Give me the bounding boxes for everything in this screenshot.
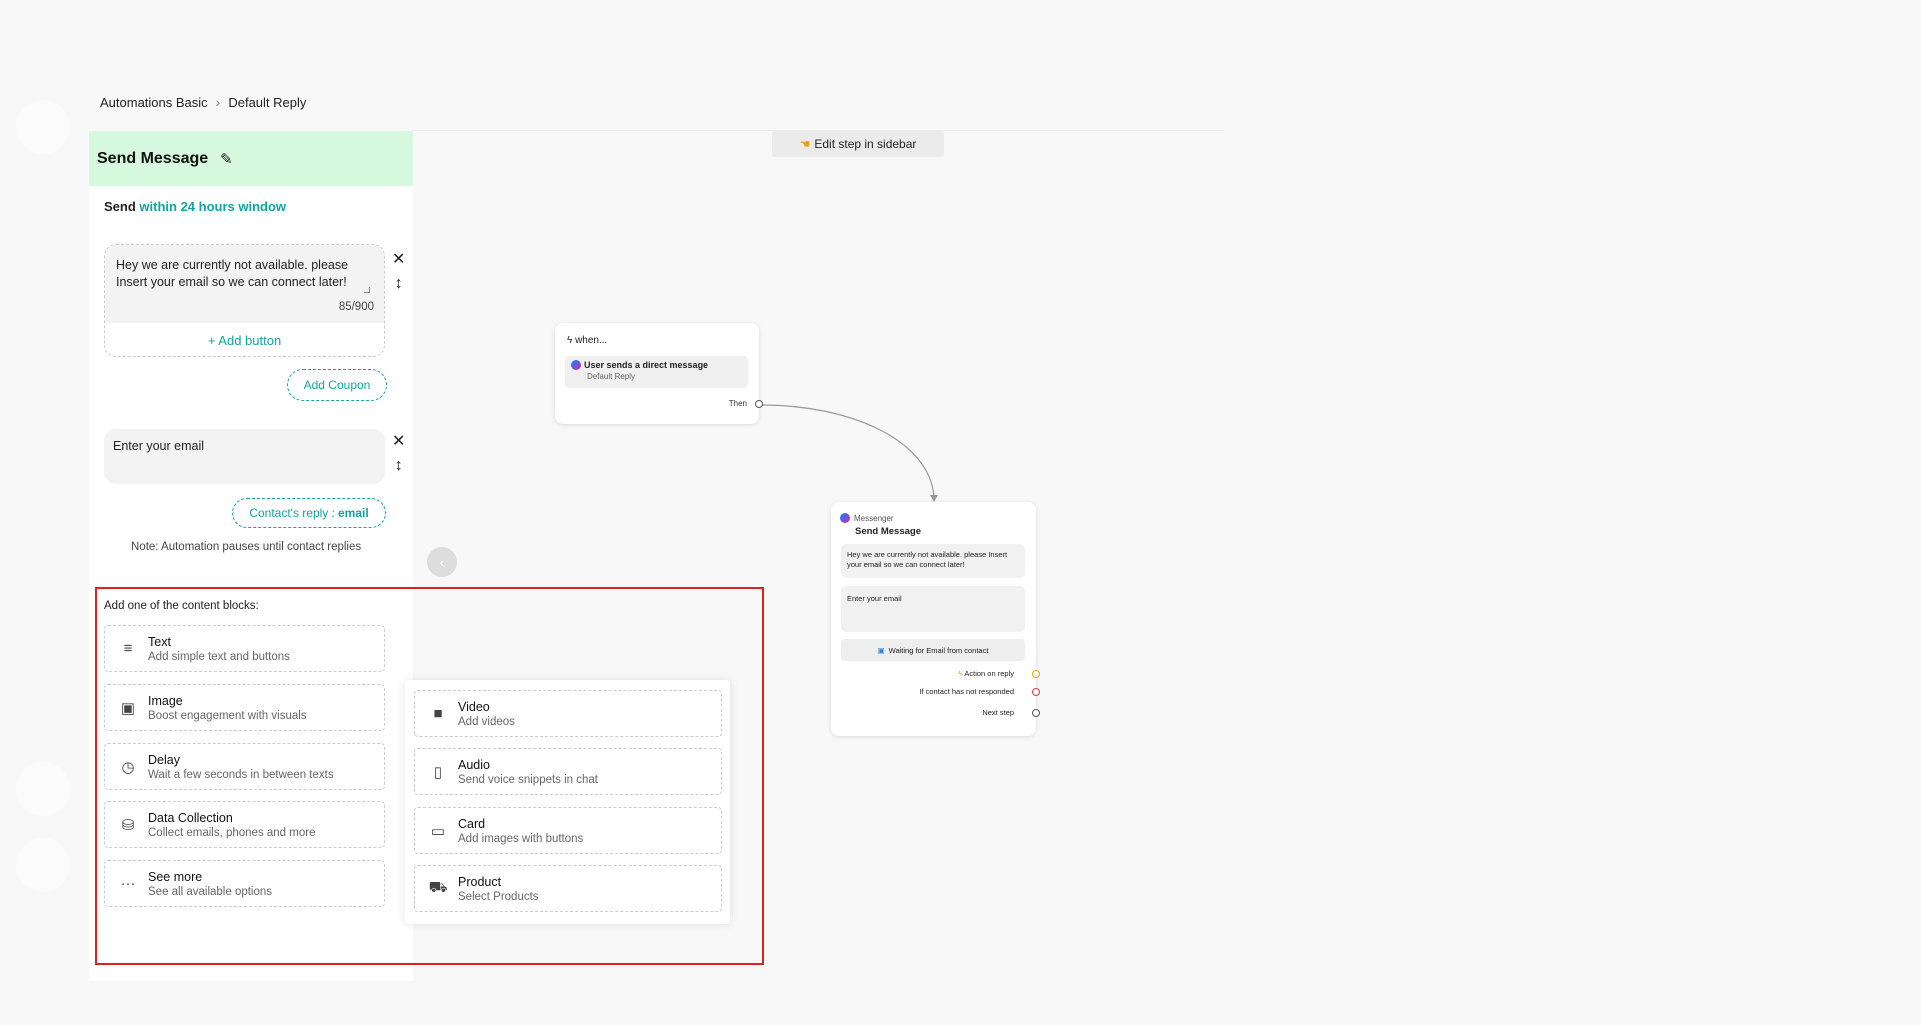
then-port[interactable] <box>755 400 763 408</box>
node-email-prompt: Enter your email <box>841 586 1025 632</box>
next-step-port[interactable] <box>1032 709 1040 717</box>
inbox-icon: ▣ <box>877 645 885 655</box>
messenger-icon <box>571 360 581 370</box>
then-label: Then <box>728 399 747 408</box>
not-responded: If contact has not responded <box>919 687 1014 696</box>
when-label: when... <box>575 335 608 346</box>
event-label: User sends a direct message <box>584 360 709 370</box>
trigger-event: User sends a direct message Default Repl… <box>565 356 748 388</box>
channel-label: Messenger <box>854 513 894 523</box>
node-waiting: ▣ Waiting for Email from contact <box>841 639 1025 661</box>
trigger-node[interactable]: ϟ when... User sends a direct message De… <box>555 323 763 424</box>
node-title: Send Message <box>855 526 921 537</box>
node-message-text: Hey we are currently not available. plea… <box>841 544 1025 578</box>
trigger-when: ϟ when... <box>567 335 607 346</box>
arrow-head <box>930 495 938 502</box>
action-on-reply: ϟ Action on reply <box>958 669 1014 678</box>
lightning-icon: ϟ <box>567 335 573 346</box>
message-node[interactable]: Messenger Send Message Hey we are curren… <box>831 502 1040 736</box>
waiting-label: Waiting for Email from contact <box>888 645 989 655</box>
next-step: Next step <box>982 708 1014 717</box>
action-on-reply-label: Action on reply <box>964 669 1014 678</box>
lightning-icon: ϟ <box>958 669 963 678</box>
not-responded-port[interactable] <box>1032 688 1040 696</box>
messenger-icon <box>840 513 850 523</box>
event-sub: Default Reply <box>587 372 636 381</box>
node-channel: Messenger <box>840 513 894 523</box>
action-on-reply-port[interactable] <box>1032 670 1040 678</box>
connector-path <box>761 404 935 498</box>
